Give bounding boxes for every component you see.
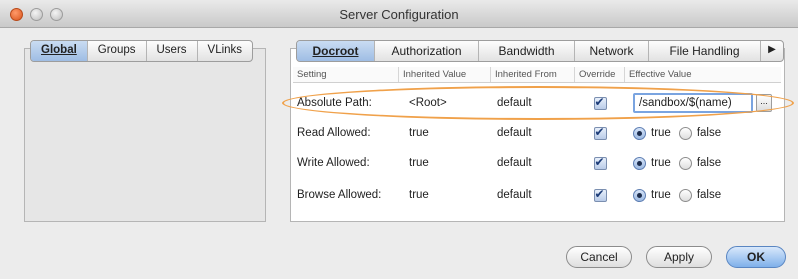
radio-false[interactable] (678, 156, 692, 170)
tab-groups[interactable]: Groups (88, 41, 147, 61)
radio-true-label: true (651, 127, 671, 139)
table-row[interactable]: Write Allowed: true default true false (293, 148, 781, 178)
table-row[interactable]: Absolute Path: <Root> default /sandbox/$… (293, 88, 781, 118)
radio-false-label: false (696, 157, 722, 169)
inherited-from: default (497, 157, 532, 169)
inherited-from: default (497, 127, 532, 139)
server-configuration-window: Server Configuration Global Groups Users… (0, 0, 798, 279)
tab-scroll-right-icon[interactable]: ▶ (761, 41, 783, 61)
radio-true[interactable] (633, 188, 646, 202)
override-checkbox[interactable] (593, 187, 607, 202)
setting-name: Write Allowed: (297, 157, 370, 169)
tab-docroot[interactable]: Docroot (297, 41, 375, 61)
browse-button[interactable]: ... (756, 94, 772, 112)
radio-true-label: true (651, 157, 671, 169)
radio-true-label: true (651, 189, 671, 201)
tab-vlinks[interactable]: VLinks (198, 41, 253, 61)
radio-true[interactable] (633, 156, 646, 170)
left-panel (24, 48, 266, 222)
window-title: Server Configuration (339, 7, 459, 22)
inherited-value: <Root> (409, 97, 447, 109)
tab-authorization[interactable]: Authorization (375, 41, 479, 61)
right-tab-bar: Docroot Authorization Bandwidth Network … (296, 40, 784, 62)
column-header-effective-value[interactable]: Effective Value (625, 67, 781, 82)
column-header-inherited-from[interactable]: Inherited From (491, 67, 575, 82)
title-bar: Server Configuration (0, 0, 798, 28)
table-header: Setting Inherited Value Inherited From O… (293, 67, 781, 83)
radio-false[interactable] (678, 126, 692, 140)
left-tab-bar: Global Groups Users VLinks (30, 40, 254, 62)
radio-false-label: false (696, 127, 722, 139)
radio-false[interactable] (678, 188, 692, 202)
table-row[interactable]: Read Allowed: true default true false (293, 118, 781, 148)
inherited-from: default (497, 97, 532, 109)
tab-users[interactable]: Users (147, 41, 198, 61)
tab-file-handling[interactable]: File Handling (649, 41, 761, 61)
column-header-override[interactable]: Override (575, 67, 625, 82)
ok-button[interactable]: OK (726, 246, 786, 268)
absolute-path-input[interactable]: /sandbox/$(name) (633, 93, 753, 113)
setting-name: Absolute Path: (297, 97, 372, 109)
column-header-setting[interactable]: Setting (293, 67, 399, 82)
radio-false-label: false (696, 189, 722, 201)
override-checkbox[interactable] (593, 125, 607, 140)
inherited-from: default (497, 189, 532, 201)
inherited-value: true (409, 189, 429, 201)
tab-global[interactable]: Global (31, 41, 88, 61)
radio-true[interactable] (633, 126, 646, 140)
apply-button[interactable]: Apply (646, 246, 712, 268)
cancel-button[interactable]: Cancel (566, 246, 632, 268)
setting-name: Read Allowed: (297, 127, 371, 139)
column-header-inherited-value[interactable]: Inherited Value (399, 67, 491, 82)
table-row[interactable]: Browse Allowed: true default true false (293, 180, 781, 210)
inherited-value: true (409, 157, 429, 169)
inherited-value: true (409, 127, 429, 139)
tab-bandwidth[interactable]: Bandwidth (479, 41, 575, 61)
override-checkbox[interactable] (593, 155, 607, 170)
setting-name: Browse Allowed: (297, 189, 382, 201)
override-checkbox[interactable] (593, 95, 607, 110)
tab-network[interactable]: Network (575, 41, 649, 61)
